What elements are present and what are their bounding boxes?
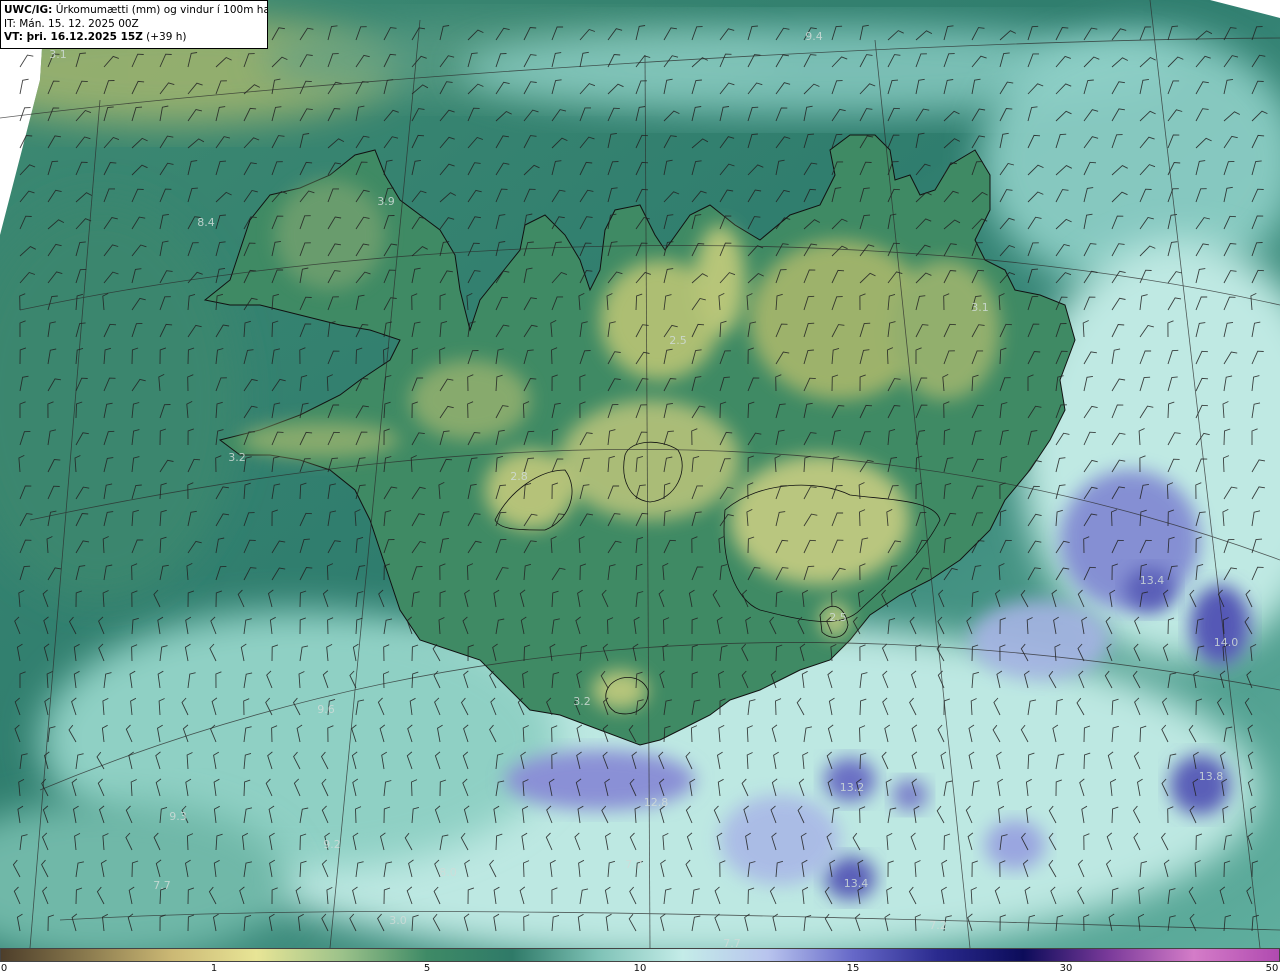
field-name: Úrkomumætti (mm) og vindur í 100m hæð: [52, 4, 268, 16]
value-label: 3.1: [49, 48, 67, 61]
value-label: 3.2: [573, 695, 591, 708]
value-label: 7.7: [153, 879, 171, 892]
value-label: 9.2: [323, 838, 341, 851]
value-label: 7.2: [929, 919, 947, 932]
value-label: 3.1: [971, 301, 989, 314]
value-label: 7.7: [625, 858, 643, 871]
value-label: 2.5: [829, 611, 847, 624]
value-label: 8.0: [439, 866, 457, 879]
value-label: 13.4: [844, 877, 869, 890]
valid-label: VT:: [4, 31, 23, 43]
value-label: 3.9: [377, 195, 395, 208]
colorbar-tick-label: 1: [210, 963, 218, 974]
value-label: 8.4: [197, 216, 215, 229]
value-label: 14.0: [1214, 636, 1239, 649]
initial-time: IT: Mán. 15. 12. 2025 00Z: [4, 17, 139, 30]
value-label: 7.7: [723, 937, 741, 948]
value-label: 13.2: [840, 781, 865, 794]
colorbar-tick-label: 10: [633, 963, 647, 974]
colorbar-tick-label: 5: [423, 963, 431, 974]
forecast-map: 3.1 9.4 3.9 8.4 2.5 3.1 3.2 2.8 2.5 13.4 14.0 3.2 9.…: [0, 0, 1280, 948]
value-label: 9.4: [805, 30, 823, 43]
valid-time-line: VT: þri. 16.12.2025 15Z (+39 h): [4, 31, 263, 45]
lead-time: (+39 h): [142, 31, 187, 43]
model-name: UWC/IG:: [4, 4, 53, 16]
colorbar-strip: [0, 948, 1280, 962]
map-viewer: 3.1 9.4 3.9 8.4 2.5 3.1 3.2 2.8 2.5 13.4 14.0 3.2 9.…: [0, 0, 1280, 978]
value-label: 3.0: [389, 914, 407, 927]
value-label: 13.4: [1140, 574, 1165, 587]
colorbar-tick-label: 30: [1059, 963, 1073, 974]
value-label: 9.6: [317, 703, 335, 716]
colorbar: 0 1 5 10 15 30 50: [0, 948, 1280, 978]
value-label: 9.3: [169, 810, 187, 823]
colorbar-tick-label: 15: [846, 963, 860, 974]
colorbar-tick-label: 50: [1265, 963, 1279, 974]
value-label: 2.8: [510, 470, 528, 483]
value-label: 13.8: [1199, 770, 1224, 783]
value-label: 3.2: [228, 451, 246, 464]
forecast-info-box: UWC/IG: Úrkomumætti (mm) og vindur í 100…: [0, 0, 268, 49]
title-line: UWC/IG: Úrkomumætti (mm) og vindur í 100…: [4, 4, 267, 18]
value-label: 12.8: [644, 796, 669, 809]
colorbar-tick-label: 0: [0, 963, 8, 974]
value-label: 2.5: [669, 334, 687, 347]
valid-time: þri. 16.12.2025 15Z: [22, 31, 143, 43]
